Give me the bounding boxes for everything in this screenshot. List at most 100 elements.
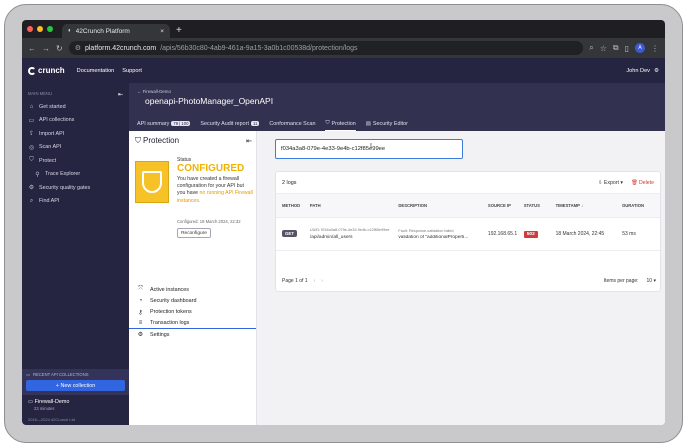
logs-count: 2 logs [282, 179, 297, 186]
new-collection-button[interactable]: + New collection [26, 380, 125, 391]
sidebar-item-import-api[interactable]: ⇪ Import API [22, 127, 129, 141]
tab-title: 42Crunch Platform [75, 27, 130, 35]
sidebar-item-label: Import API [39, 130, 65, 137]
api-header: ← Firewall-Demo openapi-PhotoManager_Ope… [129, 83, 665, 131]
folder-icon: ▭ [28, 399, 35, 405]
tab-conformance-scan[interactable]: Conformance Scan [269, 120, 315, 131]
support-link[interactable]: Support [122, 68, 142, 74]
sidebar-item-api-collections[interactable]: ▭ API collections [22, 114, 129, 128]
address-bar[interactable]: ⚙ platform.42crunch.com/apis/56b30c80-4a… [68, 41, 584, 55]
prev-page-icon[interactable]: ‹ [314, 278, 316, 284]
search-input[interactable]: f034a3a8-079e-4e33-9e4b-c12f85e99ee I [275, 139, 463, 159]
protection-heading: ⛉ Protection ⇤ [135, 136, 252, 145]
side-panel-icon[interactable]: ▯ [625, 44, 629, 53]
protection-nav-protection-tokens[interactable]: ⚷ Protection tokens [129, 307, 256, 318]
api-tabs: API summary 79 | 100 Security Audit report… [137, 120, 408, 131]
col-description[interactable]: DESCRIPTION [398, 203, 488, 208]
trash-icon: 🗑︎ [630, 179, 639, 186]
protection-nav-label: Protection tokens [150, 309, 192, 316]
protection-nav-settings[interactable]: ⚙ Settings [129, 329, 256, 340]
export-button[interactable]: ⇩ Export ▾ [598, 180, 623, 186]
page-title: openapi-PhotoManager_OpenAPI [145, 96, 274, 106]
tab-label: Security Audit report [200, 120, 249, 127]
delete-button[interactable]: 🗑︎ Delete [631, 180, 654, 186]
tab-security-editor[interactable]: ▤ Security Editor [366, 120, 408, 131]
reconfigure-button[interactable]: Reconfigure [177, 228, 211, 238]
col-timestamp[interactable]: TIMESTAMP ↓ [556, 203, 623, 208]
sidebar-item-security-quality-gates[interactable]: ⚙ Security quality gates [22, 181, 129, 195]
recent-collections-label: ▭ RECENT API COLLECTIONS [26, 372, 89, 377]
sidebar-item-find-api[interactable]: ⌕ Find API [22, 195, 129, 209]
gate-icon: ⚙ [28, 185, 35, 192]
cell-status: 502 [523, 231, 556, 238]
zoom-icon[interactable]: ⌕ [589, 43, 593, 53]
pagination: Page 1 of 1 ‹ › Items per page: 10 ▾ [276, 271, 662, 291]
col-path[interactable]: PATH [310, 203, 399, 208]
protection-nav-transaction-logs[interactable]: ≡ Transaction logs [129, 318, 256, 330]
sidebar-item-scan-api[interactable]: ◎ Scan API [22, 141, 129, 155]
sidebar-item-trace-explorer[interactable]: ⚲ Trace Explorer [22, 168, 129, 182]
find-icon: ⌕ [29, 197, 34, 204]
col-duration[interactable]: DURATION [622, 203, 660, 208]
forward-icon[interactable]: → [42, 44, 50, 53]
browser-tab[interactable]: ◐ 42Crunch Platform × [62, 24, 170, 38]
tab-label: Security Editor [372, 120, 408, 127]
logo[interactable]: crunch [28, 66, 65, 75]
table-row[interactable]: GET UUID: f034a3a8-079e-4e33-9e4b-c12f85… [276, 218, 660, 251]
protection-nav-label: Transaction logs [150, 320, 190, 327]
bookmark-star-icon[interactable]: ☆ [600, 44, 607, 53]
user-menu[interactable]: John Dev ⚙ [626, 68, 659, 74]
sidebar-bottom: ▭ RECENT API COLLECTIONS + New collection… [22, 369, 129, 425]
items-per-page-select[interactable]: 10 ▾ [647, 278, 656, 284]
logs-card: 2 logs ⇩ Export ▾ 🗑︎ Delete METHOD PATH … [275, 171, 661, 292]
sidebar-item-label: Scan API [39, 144, 62, 151]
configured-date: Configured: 18 March 2024, 22:32 [177, 219, 241, 224]
maximize-window-button[interactable] [47, 26, 53, 32]
row-path: /api/admin/all_users [309, 235, 353, 240]
recent-collection-item[interactable]: ▭ Firewall-Demo [22, 395, 129, 406]
chevron-down-icon: ▾ [653, 278, 656, 284]
tab-label: API summary [137, 120, 170, 127]
extensions-icon[interactable]: ⧉ [613, 43, 619, 53]
documentation-link[interactable]: Documentation [77, 68, 115, 74]
col-status[interactable]: STATUS [524, 203, 556, 208]
col-method[interactable]: METHOD [276, 203, 310, 208]
list-icon: ≡ [138, 320, 143, 327]
protection-nav-label: Settings [150, 331, 170, 338]
close-window-button[interactable] [27, 26, 33, 32]
back-icon[interactable]: ← [28, 44, 36, 53]
shield-icon: ⛉ [325, 120, 330, 126]
url-path: /apis/56b30c80-4ab9-461a-9a15-3a0b1c0053… [160, 44, 358, 52]
sidebar-item-protect[interactable]: ⛉ Protect [22, 154, 129, 168]
collapse-panel-icon[interactable]: ⇤ [246, 137, 252, 145]
tab-api-summary[interactable]: API summary 79 | 100 [137, 120, 191, 131]
tab-protection[interactable]: ⛉ Protection [325, 120, 357, 131]
copyright: 2016—2024 42Crunch Ltd [28, 417, 75, 422]
tab-close-icon[interactable]: × [160, 28, 164, 35]
row-description: validation of "additionalProperti... [398, 234, 469, 240]
page-label: Page 1 of 1 [282, 278, 308, 284]
status-card: Status CONFIGURED You have created a fir… [135, 157, 253, 243]
window-controls [27, 26, 53, 32]
new-tab-button[interactable]: + [176, 24, 182, 38]
logo-text: crunch [38, 66, 65, 75]
site-info-icon[interactable]: ⚙ [75, 44, 81, 52]
sidebar-item-label: Protect [39, 157, 57, 164]
sidebar-item-get-started[interactable]: ⌂ Get started [22, 100, 129, 114]
import-icon: ⇪ [28, 131, 35, 138]
protection-nav: ⤧ Active instances ◔ Security dashboard ⚷ Pro… [129, 284, 256, 340]
minimize-window-button[interactable] [37, 26, 43, 32]
next-page-icon[interactable]: › [321, 278, 323, 284]
profile-avatar[interactable]: A [635, 43, 645, 53]
collapse-sidebar-icon[interactable]: ⇤ [118, 91, 123, 98]
protection-nav-security-dashboard[interactable]: ◔ Security dashboard [129, 295, 256, 306]
sidebar-item-label: API collections [39, 117, 75, 124]
protection-nav-active-instances[interactable]: ⤧ Active instances [129, 284, 256, 295]
menu-kebab-icon[interactable]: ⋮ [651, 44, 659, 53]
tab-security-audit-report[interactable]: Security Audit report 11 [200, 120, 260, 131]
breadcrumb[interactable]: ← Firewall-Demo [137, 89, 171, 94]
user-settings-icon[interactable]: ⚙ [654, 68, 659, 74]
col-source-ip[interactable]: SOURCE IP [488, 203, 524, 209]
reload-icon[interactable]: ↻ [56, 44, 63, 53]
main-menu-label: MAIN MENU [28, 91, 52, 96]
